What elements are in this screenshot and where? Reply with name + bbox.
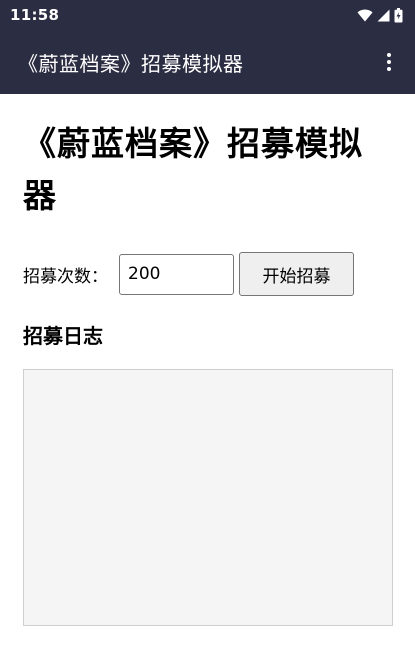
wifi-icon	[357, 9, 373, 21]
recruit-log-heading: 招募日志	[23, 324, 103, 348]
status-icons	[357, 7, 403, 23]
app-bar: 《蔚蓝档案》招募模拟器	[0, 30, 415, 94]
overflow-menu-icon[interactable]	[377, 46, 401, 78]
main-content: 《蔚蓝档案》招募模拟器 招募次数： 开始招募 招募日志	[23, 118, 395, 626]
recruit-log-box[interactable]	[23, 369, 393, 626]
recruit-count-label: 招募次数：	[23, 266, 108, 287]
status-time: 11:58	[10, 6, 60, 24]
battery-icon	[394, 7, 403, 22]
status-bar: 11:58	[0, 0, 415, 30]
app-bar-title: 《蔚蓝档案》招募模拟器	[18, 51, 244, 76]
overflow-dot	[387, 67, 391, 71]
cell-signal-icon	[377, 9, 390, 21]
overflow-dot	[387, 53, 391, 57]
recruit-count-row: 招募次数： 开始招募	[23, 252, 395, 296]
start-recruit-button[interactable]: 开始招募	[239, 252, 354, 296]
recruit-count-input[interactable]	[119, 253, 234, 295]
page-title: 《蔚蓝档案》招募模拟器	[23, 124, 363, 215]
overflow-dot	[387, 60, 391, 64]
